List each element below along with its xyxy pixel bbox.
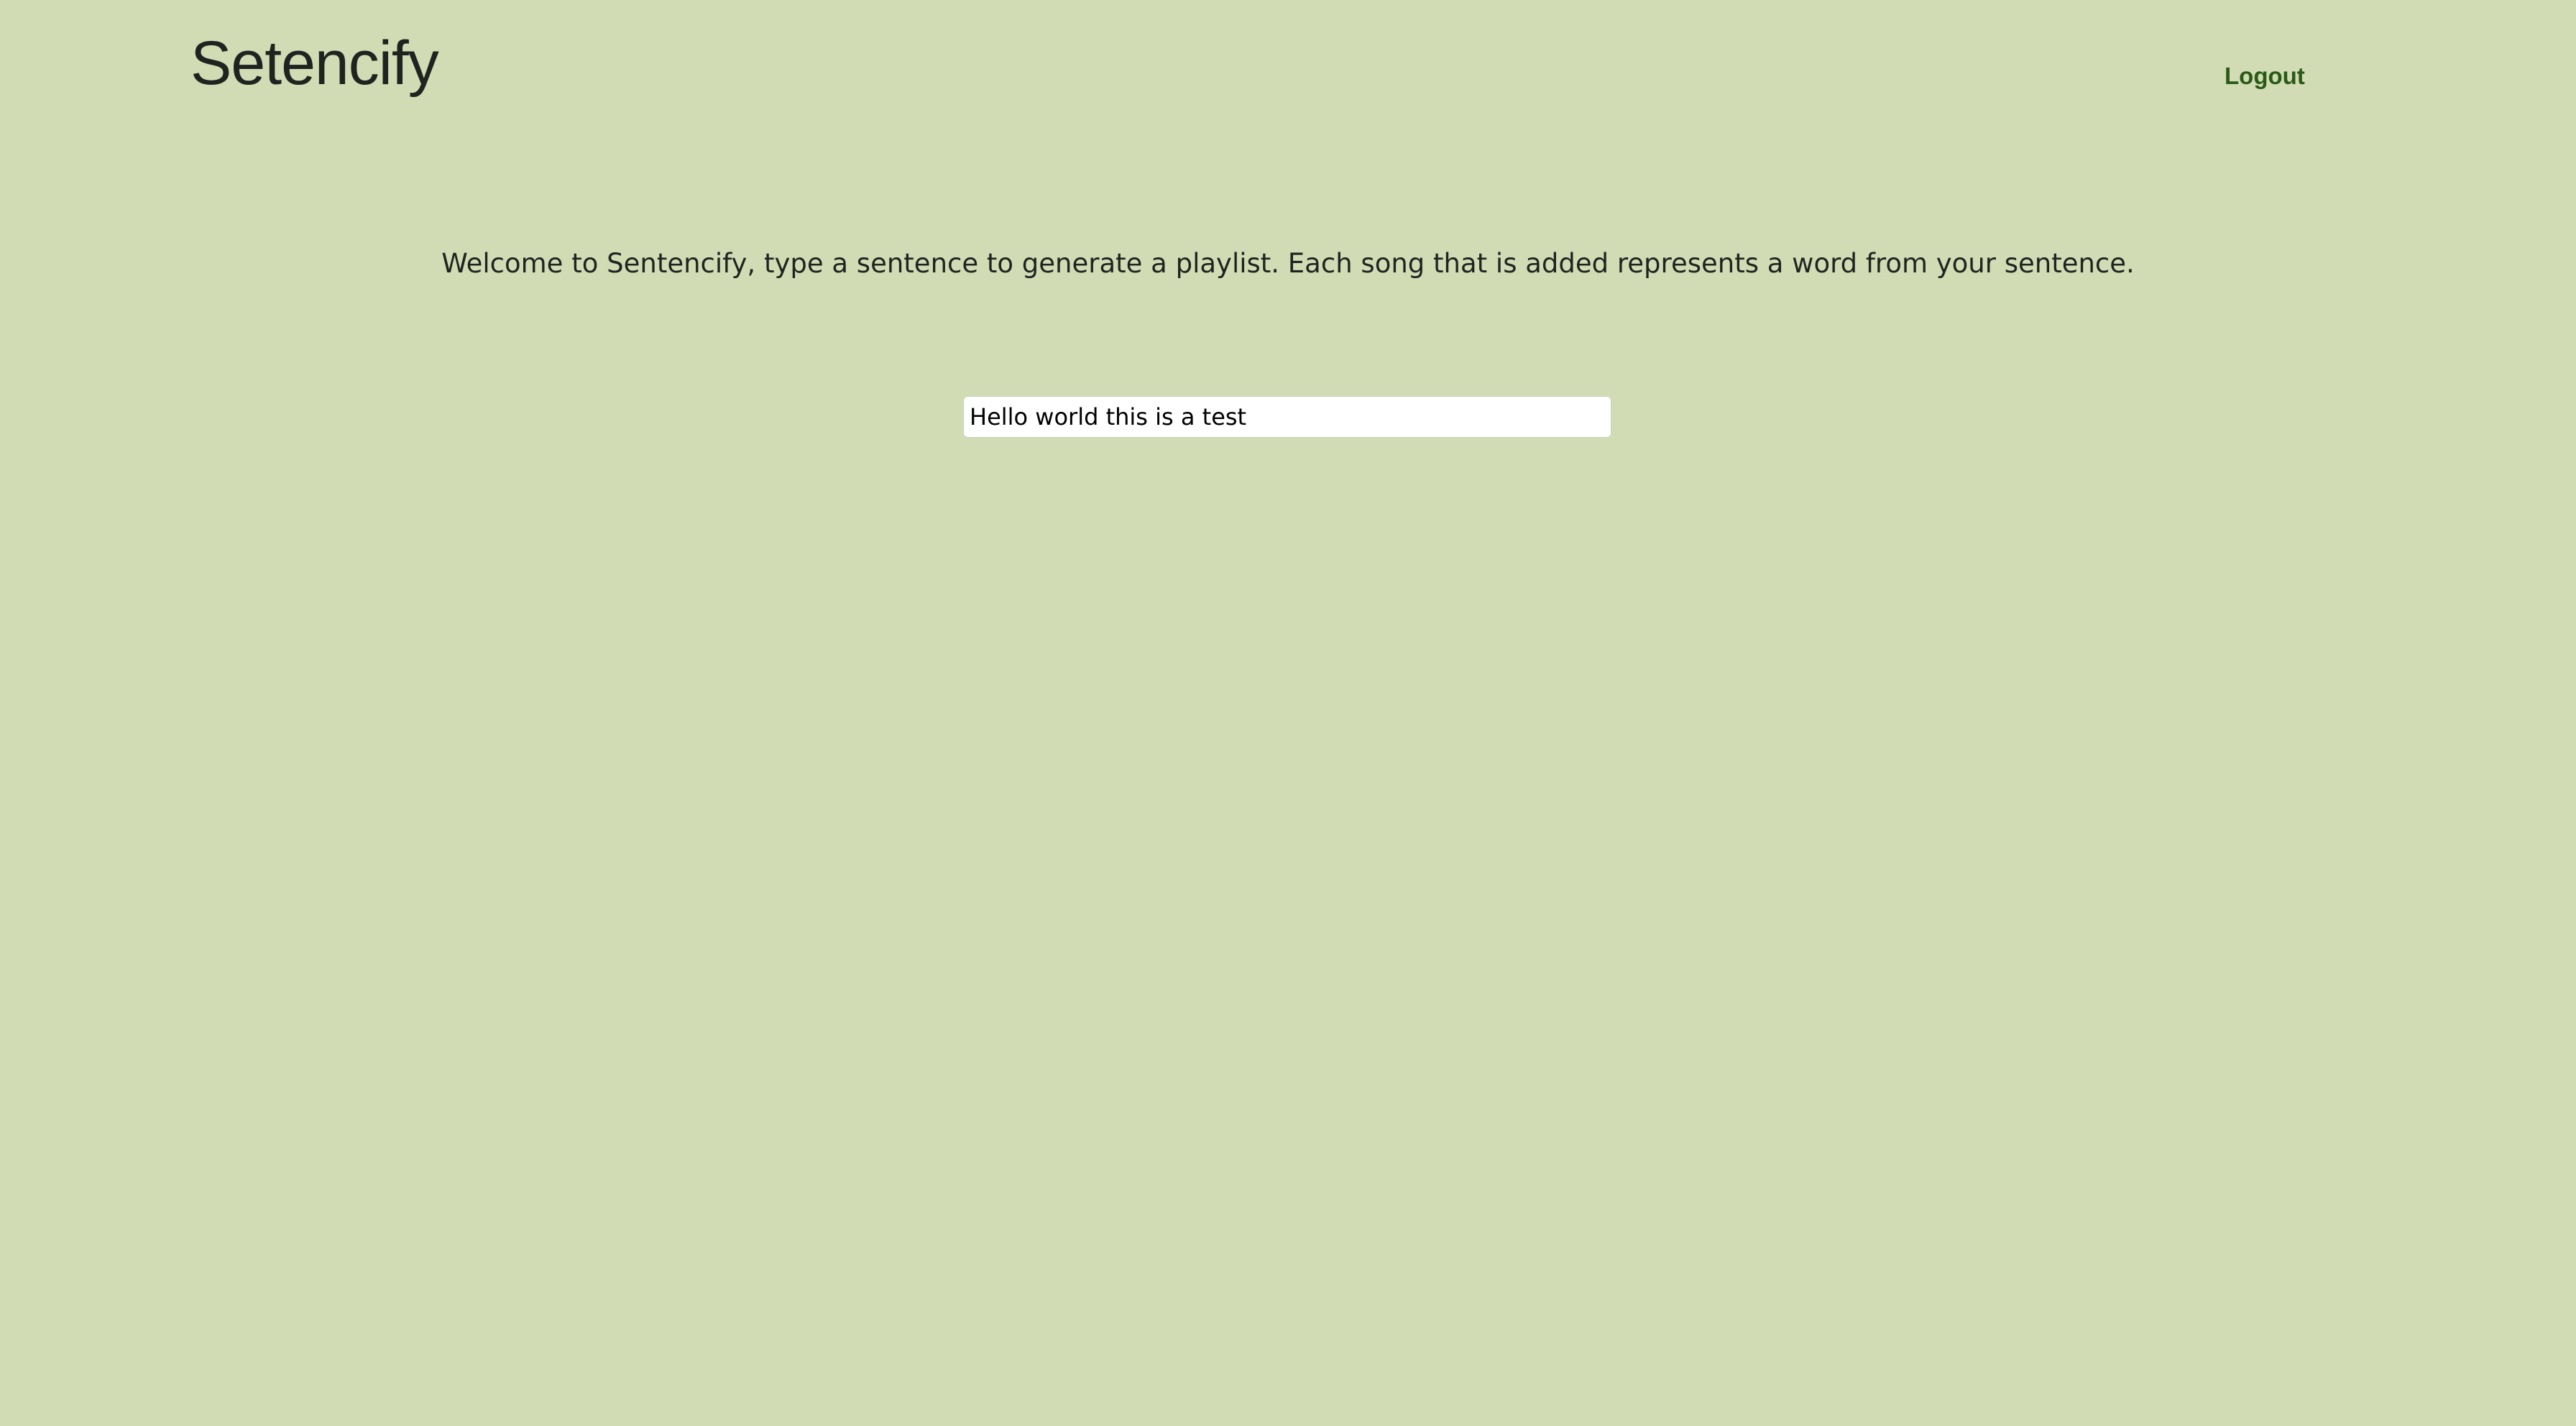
sentence-input[interactable] — [963, 396, 1611, 438]
top-header: Setencify Logout — [0, 0, 2576, 129]
welcome-message: Welcome to Sentencify, type a sentence t… — [441, 248, 2135, 279]
logout-link[interactable]: Logout — [2225, 60, 2305, 92]
brand-title: Setencify — [190, 29, 439, 98]
sentence-input-container — [963, 396, 1611, 438]
app-page: Setencify Logout Welcome to Sentencify, … — [0, 0, 2576, 1426]
